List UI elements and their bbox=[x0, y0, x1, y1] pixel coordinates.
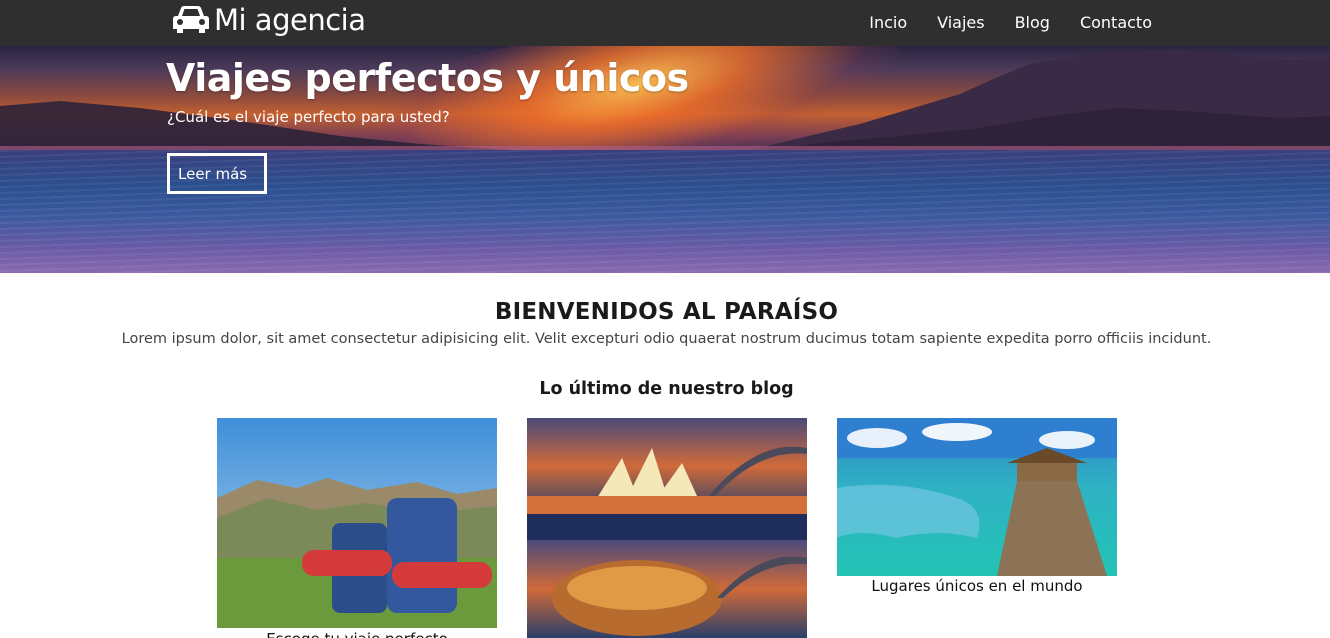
read-more-button[interactable]: Leer más bbox=[167, 153, 267, 194]
blog-card-paradise[interactable]: Lugares únicos en el mundo bbox=[837, 418, 1117, 595]
blog-card-backpacks[interactable]: Escoge tu viaje perfecto bbox=[217, 418, 497, 638]
nav-link-contacto[interactable]: Contacto bbox=[1080, 13, 1152, 32]
car-icon bbox=[172, 5, 210, 35]
nav-link-viajes[interactable]: Viajes bbox=[937, 13, 984, 32]
hero-subtitle: ¿Cuál es el viaje perfecto para usted? bbox=[167, 108, 450, 126]
brand-logo[interactable]: Mi agencia bbox=[172, 0, 366, 40]
blog-card-landmarks[interactable] bbox=[527, 418, 807, 638]
hero-title: Viajes perfectos y únicos bbox=[166, 56, 689, 100]
backpacks-image[interactable] bbox=[217, 418, 497, 628]
blog-card-caption[interactable]: Escoge tu viaje perfecto bbox=[217, 630, 497, 638]
blog-card-caption[interactable]: Lugares únicos en el mundo bbox=[837, 577, 1117, 595]
nav-link-inicio[interactable]: Incio bbox=[869, 13, 907, 32]
hero-banner: Viajes perfectos y únicos ¿Cuál es el vi… bbox=[0, 46, 1330, 273]
top-navbar: Mi agencia Incio Viajes Blog Contacto bbox=[0, 0, 1330, 46]
landmarks-image[interactable] bbox=[527, 418, 807, 638]
brand-name: Mi agencia bbox=[214, 3, 366, 37]
welcome-text: Lorem ipsum dolor, sit amet consectetur … bbox=[121, 331, 1212, 347]
pier-image[interactable] bbox=[837, 418, 1117, 576]
welcome-title: BIENVENIDOS AL PARAÍSO bbox=[494, 299, 839, 325]
nav-link-blog[interactable]: Blog bbox=[1015, 13, 1050, 32]
blog-heading: Lo último de nuestro blog bbox=[539, 379, 794, 399]
main-nav: Incio Viajes Blog Contacto bbox=[869, 0, 1152, 44]
